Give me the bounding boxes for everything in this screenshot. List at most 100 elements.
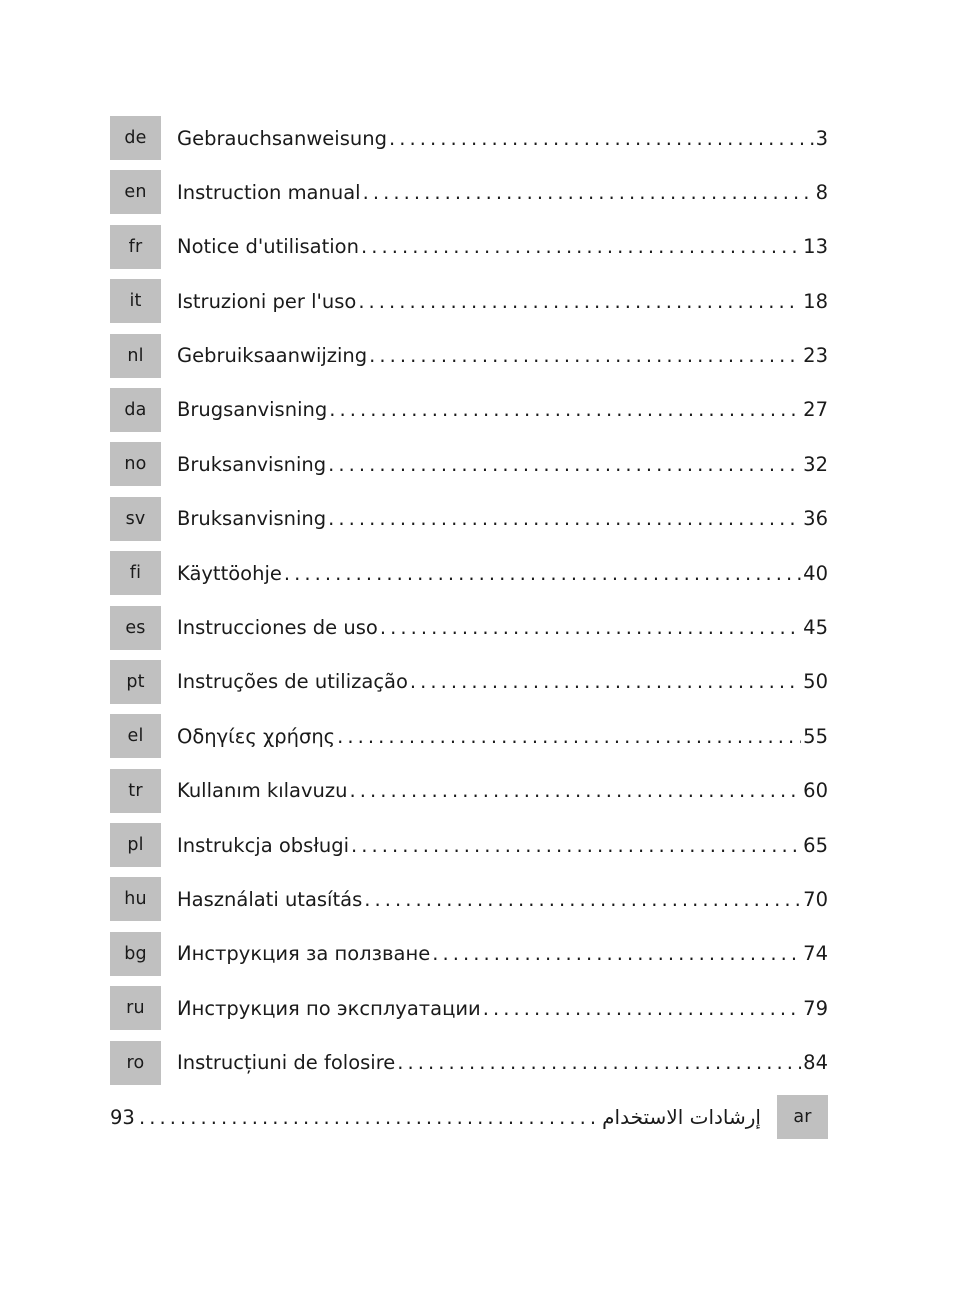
language-badge-ar: ar (777, 1095, 828, 1140)
toc-row[interactable]: sv Bruksanvisning........................… (110, 496, 828, 541)
toc-row-body: Instruction manual......................… (177, 181, 828, 204)
toc-page-number: 13 (803, 235, 828, 259)
language-badge-hu: hu (110, 877, 161, 922)
toc-entry-title: Kullanım kılavuzu (177, 779, 348, 803)
toc-entry-title: Gebruiksaanwijzing (177, 344, 368, 368)
toc-row-body: Käyttöohje..............................… (177, 562, 828, 585)
toc-row[interactable]: pt Instruções de utilização..............… (110, 659, 828, 704)
toc-entry-title: Instruction manual (177, 180, 361, 204)
table-of-contents: de Gebrauchsanweisung....................… (110, 116, 828, 1149)
language-badge-fr: fr (110, 224, 161, 269)
toc-entry-title: Brugsanvisning (177, 398, 328, 422)
toc-page-number: 74 (803, 942, 828, 966)
dot-leader: ........................................… (349, 779, 802, 803)
toc-page-number: 60 (803, 779, 828, 803)
toc-page-number: 45 (803, 616, 828, 640)
toc-row[interactable]: no Bruksanvisning........................… (110, 442, 828, 487)
toc-page-number: 55 (803, 724, 828, 748)
toc-row-body: Brugsanvisning..........................… (177, 398, 828, 421)
toc-row[interactable]: bg Инструкция за ползване................… (110, 931, 828, 976)
dot-leader: ........................................… (351, 833, 802, 857)
language-badge-de: de (110, 116, 161, 160)
dot-leader: ........................................… (388, 126, 814, 150)
toc-row[interactable]: it Istruzioni per l'uso..................… (110, 279, 828, 324)
toc-entry-title: Notice d'utilisation (177, 235, 359, 259)
toc-row[interactable]: de Gebrauchsanweisung....................… (110, 116, 828, 160)
toc-row[interactable]: es Instrucciones de uso..................… (110, 605, 828, 650)
dot-leader: ........................................… (283, 561, 801, 585)
toc-page-number: 8 (815, 180, 828, 204)
toc-entry-title: Инструкция за ползване (177, 942, 431, 966)
language-badge-it: it (110, 279, 161, 324)
language-badge-nl: nl (110, 333, 161, 378)
language-badge-da: da (110, 387, 161, 432)
toc-row-body: Istruzioni per l'uso....................… (177, 290, 828, 313)
toc-page-number: 70 (803, 887, 828, 911)
toc-entry-title: Instrukcja obsługi (177, 833, 350, 857)
language-badge-el: el (110, 714, 161, 759)
toc-entry-title: Instruções de utilização (177, 670, 408, 694)
toc-entry-title: Bruksanvisning (177, 507, 327, 531)
toc-page-number: 79 (803, 996, 828, 1020)
dot-leader: ........................................… (137, 1106, 601, 1130)
toc-row-body: Kullanım kılavuzu.......................… (177, 779, 828, 802)
toc-entry-title: Istruzioni per l'uso (177, 289, 357, 313)
toc-row[interactable]: fr Notice d'utilisation..................… (110, 224, 828, 269)
dot-leader: ........................................… (360, 235, 802, 259)
toc-row-body: Gebrauchsanweisung......................… (177, 127, 828, 150)
toc-page-number: 40 (803, 561, 828, 585)
language-badge-es: es (110, 605, 161, 650)
toc-row[interactable]: hu Használati utasítás...................… (110, 877, 828, 922)
toc-page-number: 18 (803, 289, 828, 313)
language-badge-tr: tr (110, 768, 161, 813)
toc-entry-title: Käyttöohje (177, 561, 282, 585)
toc-row-body: Instrukcja obsługi......................… (177, 834, 828, 857)
toc-row-body: Bruksanvisning..........................… (177, 453, 828, 476)
toc-row[interactable]: nl Gebruiksaanwijzing....................… (110, 333, 828, 378)
dot-leader: ........................................… (397, 1051, 801, 1075)
toc-entry-title: إرشادات الاستخدام (602, 1105, 761, 1130)
toc-page-number: 50 (803, 670, 828, 694)
toc-page-number: 3 (815, 126, 828, 150)
dot-leader: ........................................… (362, 180, 814, 204)
toc-page-number: 23 (803, 344, 828, 368)
toc-row-body: إرشادات الاستخدام.......................… (110, 1105, 761, 1129)
dot-leader: ........................................… (432, 942, 802, 966)
toc-page-number: 93 (110, 1106, 135, 1130)
language-badge-sv: sv (110, 496, 161, 541)
dot-leader: ........................................… (328, 452, 801, 476)
toc-entry-title: Bruksanvisning (177, 452, 327, 476)
toc-row[interactable]: pl Instrukcja obsługi....................… (110, 823, 828, 868)
toc-row[interactable]: ru Инструкция по эксплуатации............… (110, 986, 828, 1031)
toc-page-number: 36 (803, 507, 828, 531)
toc-row-body: Οδηγίες χρήσης..........................… (177, 725, 828, 748)
language-badge-ru: ru (110, 986, 161, 1031)
toc-row-body: Notice d'utilisation....................… (177, 235, 828, 258)
dot-leader: ........................................… (358, 289, 802, 313)
toc-row-body: Gebruiksaanwijzing......................… (177, 344, 828, 367)
dot-leader: ........................................… (379, 616, 802, 640)
toc-entry-title: Инструкция по эксплуатации (177, 996, 481, 1020)
toc-row[interactable]: ro Instrucțiuni de folosire..............… (110, 1040, 828, 1085)
language-badge-ro: ro (110, 1040, 161, 1085)
toc-row-body: Instrucțiuni de folosire................… (177, 1051, 828, 1074)
toc-row[interactable]: ar إرشادات الاستخدام.....................… (110, 1095, 828, 1140)
dot-leader: ........................................… (369, 344, 802, 368)
language-badge-en: en (110, 170, 161, 215)
toc-entry-title: Gebrauchsanweisung (177, 126, 387, 150)
toc-page-number: 65 (803, 833, 828, 857)
toc-row[interactable]: en Instruction manual....................… (110, 170, 828, 215)
toc-row-body: Инструкция за ползване..................… (177, 942, 828, 965)
toc-row[interactable]: da Brugsanvisning........................… (110, 387, 828, 432)
toc-row[interactable]: el Οδηγίες χρήσης........................… (110, 714, 828, 759)
toc-row-body: Bruksanvisning..........................… (177, 507, 828, 530)
toc-row[interactable]: fi Käyttöohje............................… (110, 551, 828, 596)
dot-leader: ........................................… (364, 887, 802, 911)
toc-page-number: 84 (803, 1051, 828, 1075)
dot-leader: ........................................… (409, 670, 801, 694)
toc-entry-title: Οδηγίες χρήσης (177, 724, 336, 748)
language-badge-fi: fi (110, 551, 161, 596)
toc-row[interactable]: tr Kullanım kılavuzu.....................… (110, 768, 828, 813)
toc-row-body: Használati utasítás.....................… (177, 888, 828, 911)
language-badge-bg: bg (110, 931, 161, 976)
